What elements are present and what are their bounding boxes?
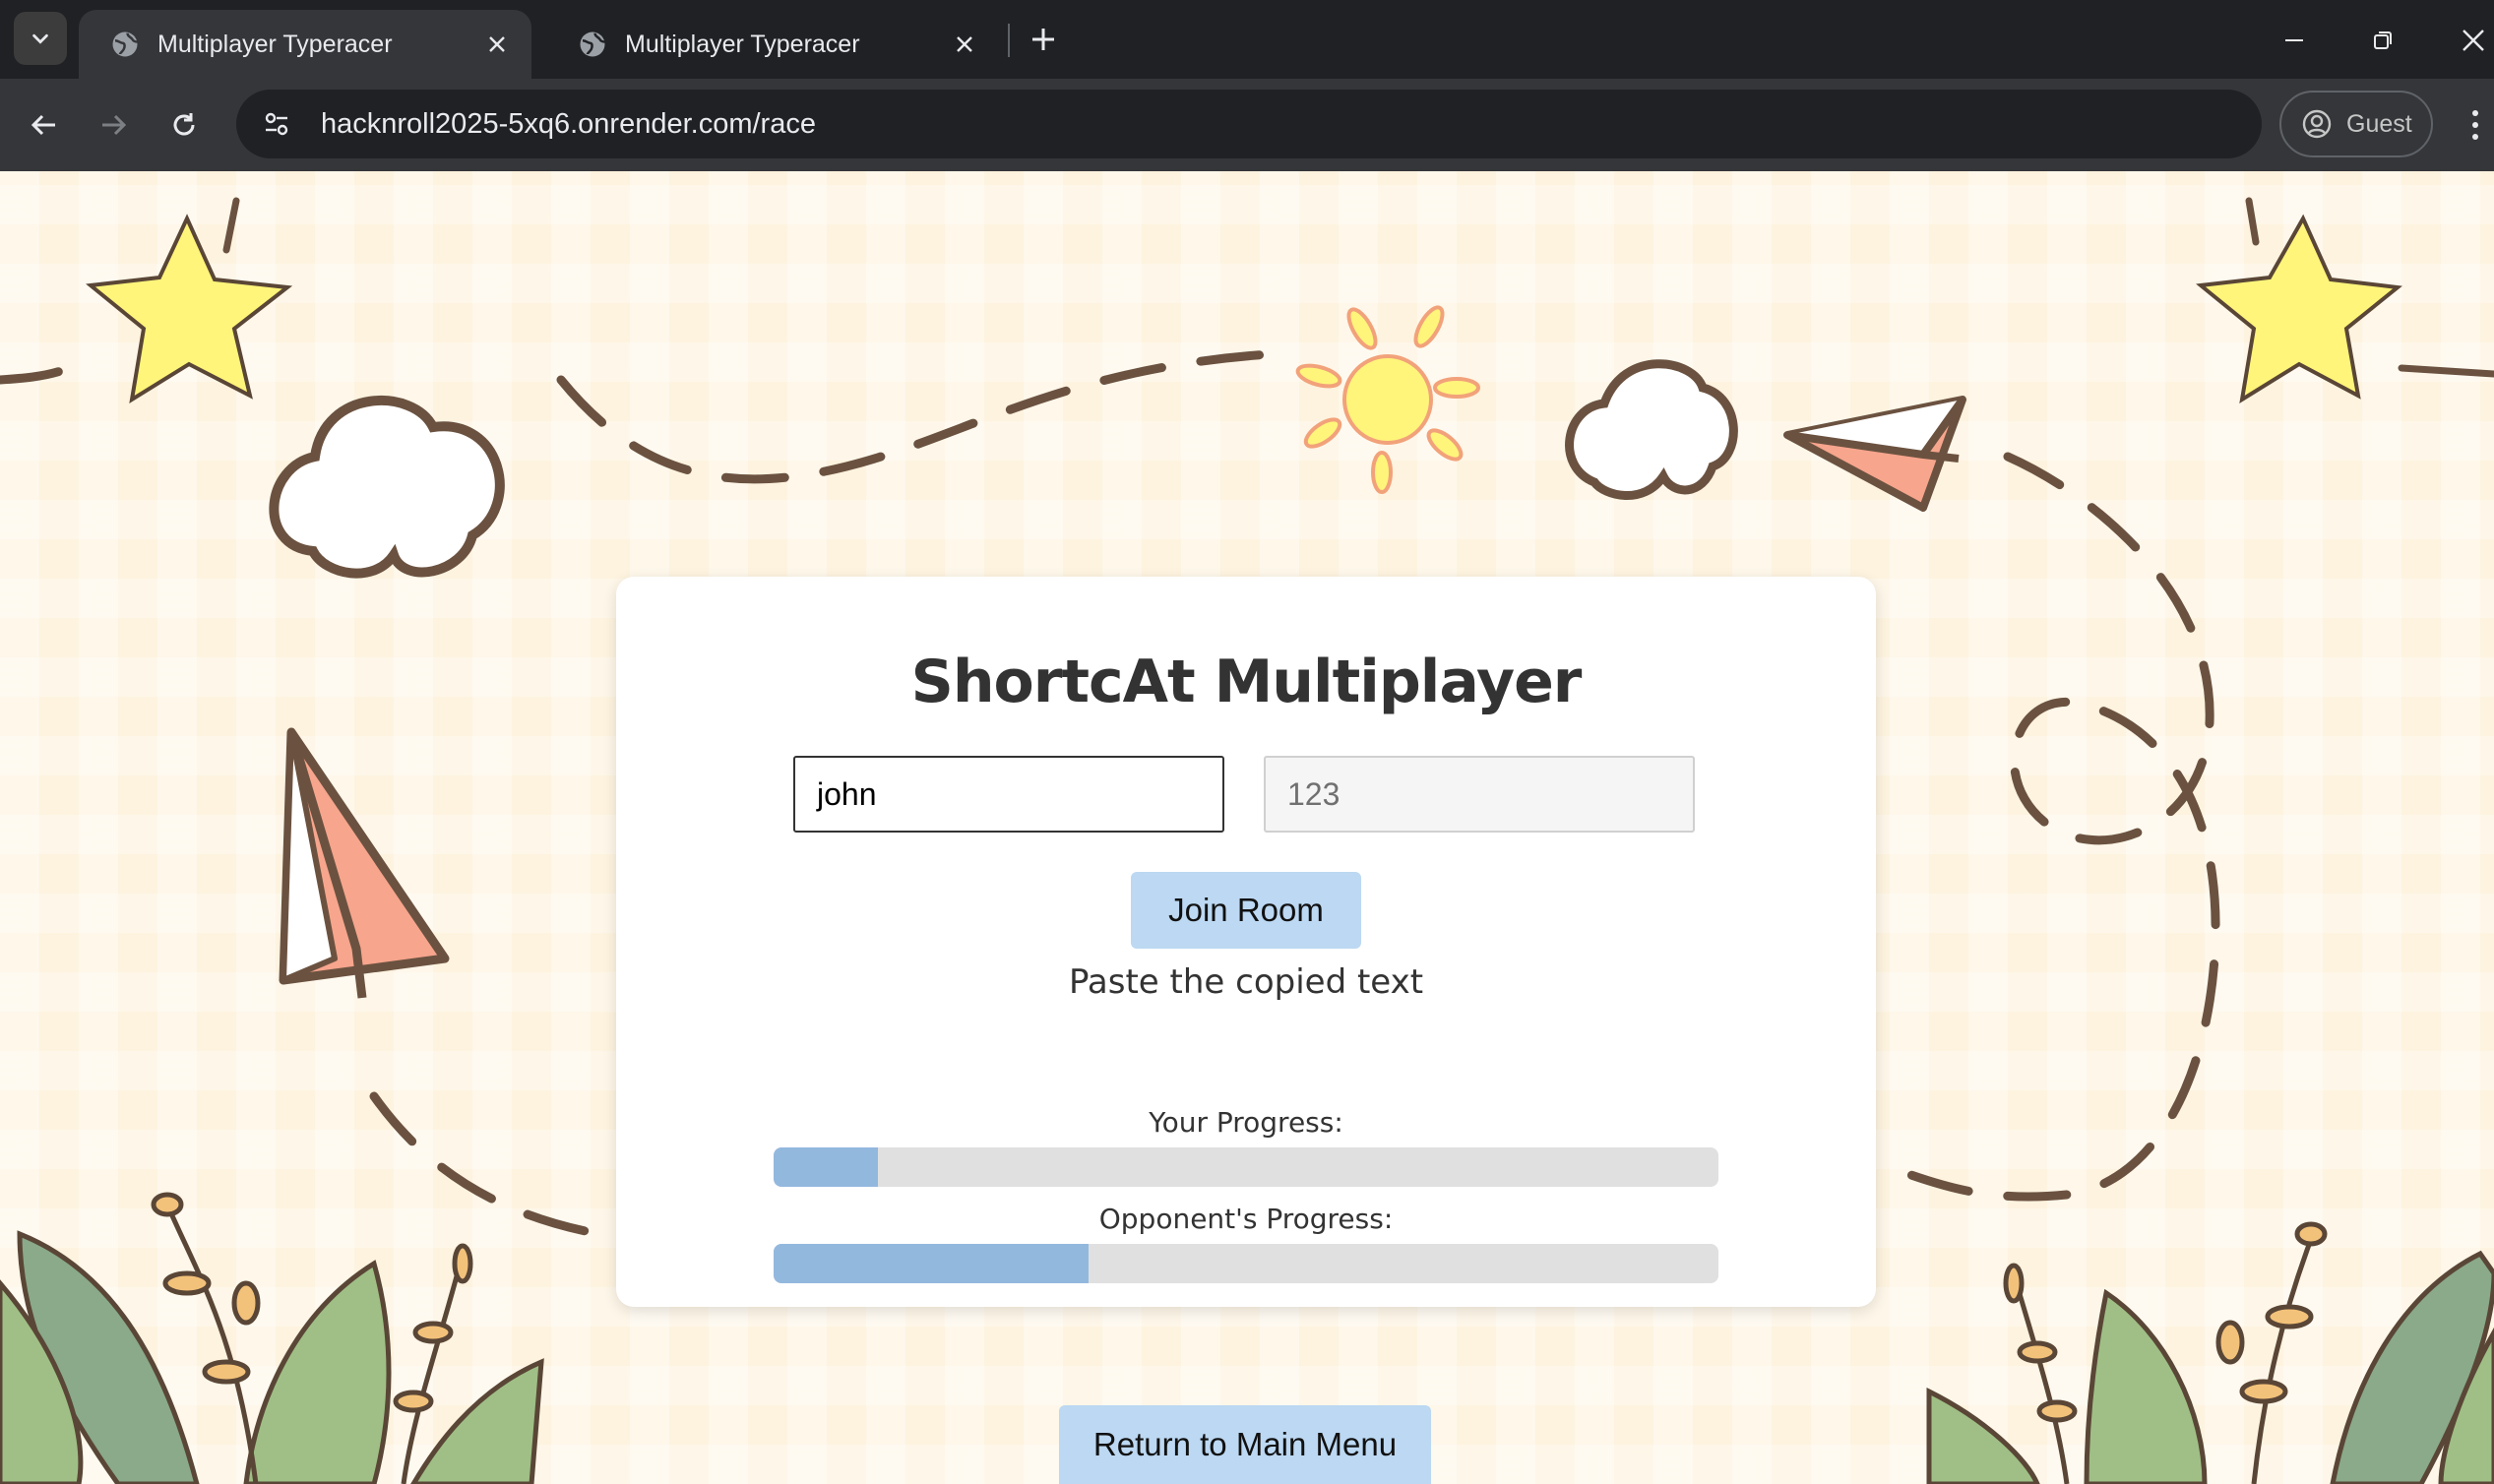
page-viewport: ShortcAt Multiplayer john 123 Join Room … (0, 171, 2494, 1484)
leaves-right-illustration (1926, 1221, 2494, 1484)
reload-button[interactable] (159, 100, 209, 150)
room-id-input[interactable]: 123 (1264, 756, 1695, 833)
address-bar[interactable]: hacknroll2025-5xq6.onrender.com/race (236, 90, 2262, 158)
join-room-button[interactable]: Join Room (1131, 872, 1361, 949)
leaves-left-illustration (0, 1192, 544, 1484)
opponent-progress-bar (774, 1244, 1718, 1283)
name-input[interactable]: john (793, 756, 1224, 833)
tab-title: Multiplayer Typeracer (157, 30, 393, 58)
profile-button[interactable]: Guest (2279, 91, 2433, 157)
opponent-progress-fill (774, 1244, 1089, 1283)
globe-icon (112, 31, 138, 57)
cloud-icon (1565, 359, 1738, 500)
arrow-left-icon (31, 114, 55, 136)
chevron-down-icon (32, 33, 48, 44)
close-icon (2463, 30, 2484, 51)
tab-title: Multiplayer Typeracer (625, 30, 860, 58)
close-tab-icon[interactable] (950, 30, 979, 59)
return-to-main-menu-button[interactable]: Return to Main Menu (1059, 1405, 1431, 1484)
opponent-progress-label: Opponent's Progress: (1098, 1203, 1394, 1235)
minimize-button[interactable] (2270, 16, 2319, 65)
your-progress-label: Your Progress: (1149, 1106, 1343, 1139)
restore-icon (2374, 31, 2392, 49)
new-tab-button[interactable] (1024, 20, 1063, 59)
profile-icon (2302, 109, 2332, 139)
forward-button[interactable] (89, 100, 138, 150)
tab-separator (1008, 24, 1010, 57)
globe-icon (580, 31, 605, 57)
page-title: ShortcAt Multiplayer (910, 648, 1583, 716)
your-progress-bar (774, 1147, 1718, 1187)
close-tab-icon[interactable] (482, 30, 512, 59)
browser-menu-button[interactable] (2461, 100, 2490, 150)
star-icon (2196, 214, 2402, 404)
close-window-button[interactable] (2449, 16, 2494, 65)
sun-icon (1295, 305, 1480, 494)
browser-tab-strip: Multiplayer Typeracer Multiplayer Typera… (0, 0, 2494, 79)
paper-plane-icon (1783, 396, 1966, 512)
star-icon (86, 214, 293, 404)
arrow-right-icon (102, 114, 127, 136)
minimize-icon (2285, 39, 2303, 41)
your-progress-fill (774, 1147, 878, 1187)
race-card: ShortcAt Multiplayer john 123 Join Room … (616, 577, 1876, 1307)
site-info-icon[interactable] (244, 92, 309, 156)
plus-icon (1032, 29, 1054, 50)
reload-icon (173, 113, 195, 136)
cloud-icon (269, 396, 505, 579)
profile-label: Guest (2346, 109, 2412, 138)
tab-search-button[interactable] (14, 12, 67, 65)
paper-plane-icon (279, 727, 450, 999)
restore-button[interactable] (2358, 16, 2407, 65)
address-text: hacknroll2025-5xq6.onrender.com/race (321, 107, 816, 140)
browser-toolbar: hacknroll2025-5xq6.onrender.com/race Gue… (0, 79, 2494, 171)
more-vert-icon (2472, 110, 2478, 140)
browser-tab-1[interactable]: Multiplayer Typeracer (79, 10, 531, 79)
browser-tab-2[interactable]: Multiplayer Typeracer (546, 10, 999, 79)
instruction-text: Paste the copied text (1068, 962, 1424, 1002)
back-button[interactable] (20, 100, 69, 150)
